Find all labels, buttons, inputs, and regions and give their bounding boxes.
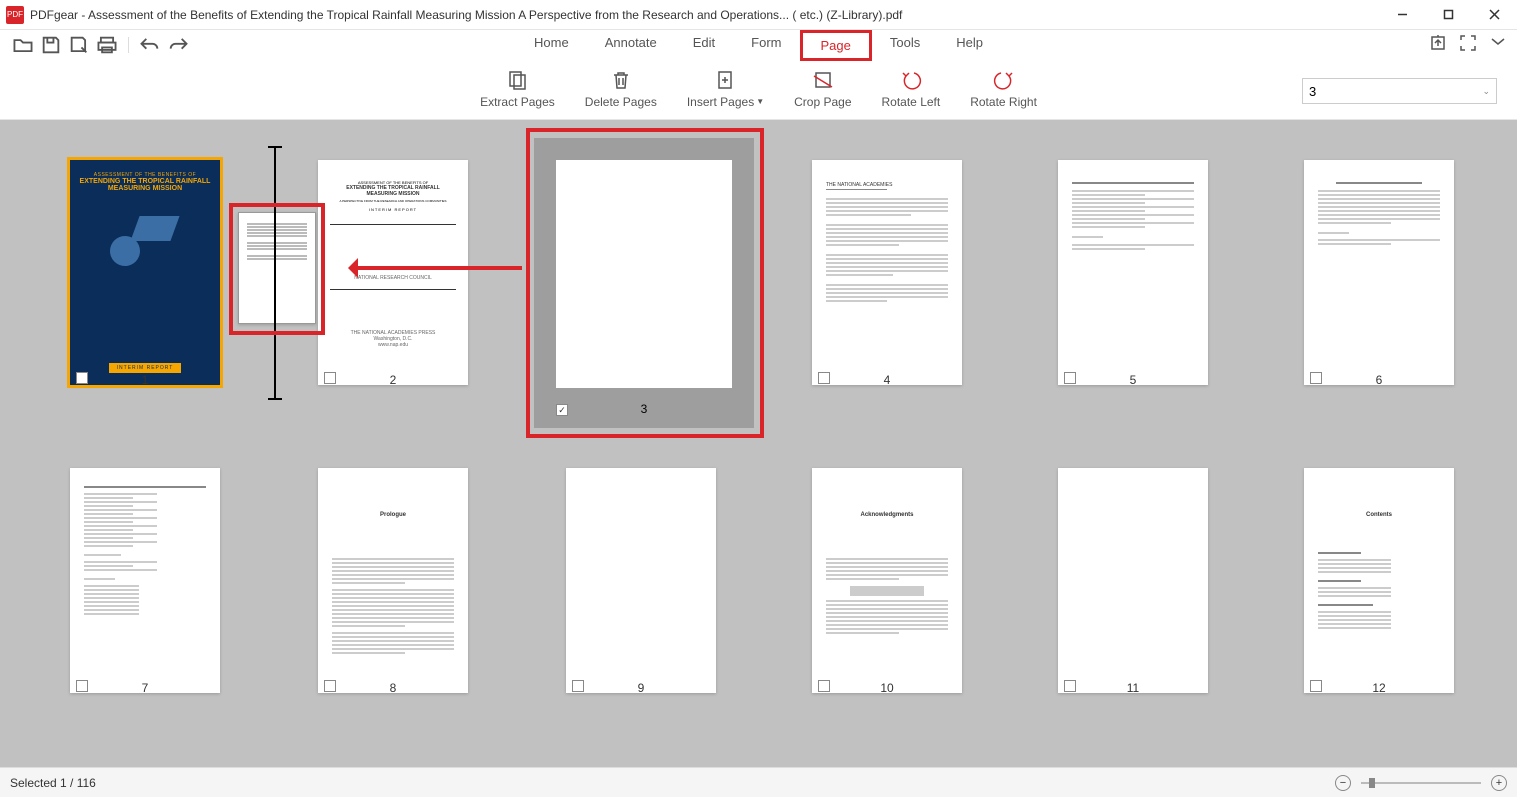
extract-pages-button[interactable]: Extract Pages	[480, 69, 555, 109]
rotate-right-button[interactable]: Rotate Right	[970, 69, 1037, 109]
insert-position-marker	[274, 146, 276, 400]
save-icon[interactable]	[40, 34, 62, 56]
page-checkbox-2[interactable]	[324, 372, 336, 384]
zoom-in-button[interactable]: +	[1491, 775, 1507, 791]
open-icon[interactable]	[12, 34, 34, 56]
page-checkbox-6[interactable]	[1310, 372, 1322, 384]
title-bar: PDF PDFgear - Assessment of the Benefits…	[0, 0, 1517, 30]
print-icon[interactable]	[96, 34, 118, 56]
page-checkbox-3[interactable]: ✓	[556, 404, 568, 416]
page-checkbox-9[interactable]	[572, 680, 584, 692]
menu-annotate[interactable]: Annotate	[587, 30, 675, 61]
page-thumbnail-3-selected[interactable]: ✓ 3	[534, 138, 754, 428]
collapse-ribbon-icon[interactable]	[1489, 34, 1507, 52]
page-thumbnail-7[interactable]	[70, 468, 220, 693]
page-thumbnail-4[interactable]: THE NATIONAL ACADEMIES	[812, 160, 962, 385]
page-thumbnail-11[interactable]	[1058, 468, 1208, 693]
page-ribbon: Extract Pages Delete Pages Insert Pages▼…	[0, 60, 1517, 120]
menu-home[interactable]: Home	[516, 30, 587, 61]
page-checkbox-12[interactable]	[1310, 680, 1322, 692]
page-thumbnail-1[interactable]: ASSESSMENT OF THE BENEFITS OF EXTENDING …	[70, 160, 220, 385]
page-checkbox-4[interactable]	[818, 372, 830, 384]
maximize-button[interactable]	[1425, 0, 1471, 30]
minimize-button[interactable]	[1379, 0, 1425, 30]
page-checkbox-8[interactable]	[324, 680, 336, 692]
page-thumbnail-6[interactable]	[1304, 160, 1454, 385]
satellite-graphic	[100, 206, 190, 296]
delete-pages-button[interactable]: Delete Pages	[585, 69, 657, 109]
chevron-down-icon: ⌄	[1482, 86, 1490, 97]
page-checkbox-5[interactable]	[1064, 372, 1076, 384]
app-icon: PDF	[6, 6, 24, 24]
page-thumbnail-12[interactable]: Contents	[1304, 468, 1454, 693]
insert-pages-button[interactable]: Insert Pages▼	[687, 69, 764, 109]
page-checkbox-11[interactable]	[1064, 680, 1076, 692]
crop-page-button[interactable]: Crop Page	[794, 69, 851, 109]
close-button[interactable]	[1471, 0, 1517, 30]
thumbnail-grid[interactable]: ASSESSMENT OF THE BENEFITS OF EXTENDING …	[0, 120, 1517, 767]
window-title: PDFgear - Assessment of the Benefits of …	[30, 8, 1379, 22]
page-checkbox-1[interactable]	[76, 372, 88, 384]
page-thumbnail-8[interactable]: Prologue	[318, 468, 468, 693]
menu-edit[interactable]: Edit	[675, 30, 733, 61]
page-thumbnail-10[interactable]: Acknowledgments	[812, 468, 962, 693]
page-thumbnail-5[interactable]	[1058, 160, 1208, 385]
page-thumbnail-9[interactable]	[566, 468, 716, 693]
undo-icon[interactable]	[139, 34, 161, 56]
share-icon[interactable]	[1429, 34, 1447, 52]
rotate-left-button[interactable]: Rotate Left	[882, 69, 941, 109]
redo-icon[interactable]	[167, 34, 189, 56]
zoom-out-button[interactable]: −	[1335, 775, 1351, 791]
save-as-icon[interactable]	[68, 34, 90, 56]
separator	[128, 37, 129, 53]
menu-help[interactable]: Help	[938, 30, 1001, 61]
drag-ghost-thumbnail	[238, 212, 316, 324]
caret-down-icon: ▼	[756, 97, 764, 106]
page-checkbox-10[interactable]	[818, 680, 830, 692]
menu-form[interactable]: Form	[733, 30, 799, 61]
menu-page[interactable]: Page	[800, 30, 872, 61]
annotation-arrow	[352, 266, 522, 270]
menu-tools[interactable]: Tools	[872, 30, 938, 61]
zoom-slider[interactable]	[1361, 782, 1481, 784]
status-bar: Selected 1 / 116 − +	[0, 767, 1517, 797]
page-checkbox-7[interactable]	[76, 680, 88, 692]
page-number-input[interactable]: 3 ⌄	[1302, 78, 1497, 104]
selection-count: Selected 1 / 116	[10, 776, 96, 790]
fullscreen-icon[interactable]	[1459, 34, 1477, 52]
